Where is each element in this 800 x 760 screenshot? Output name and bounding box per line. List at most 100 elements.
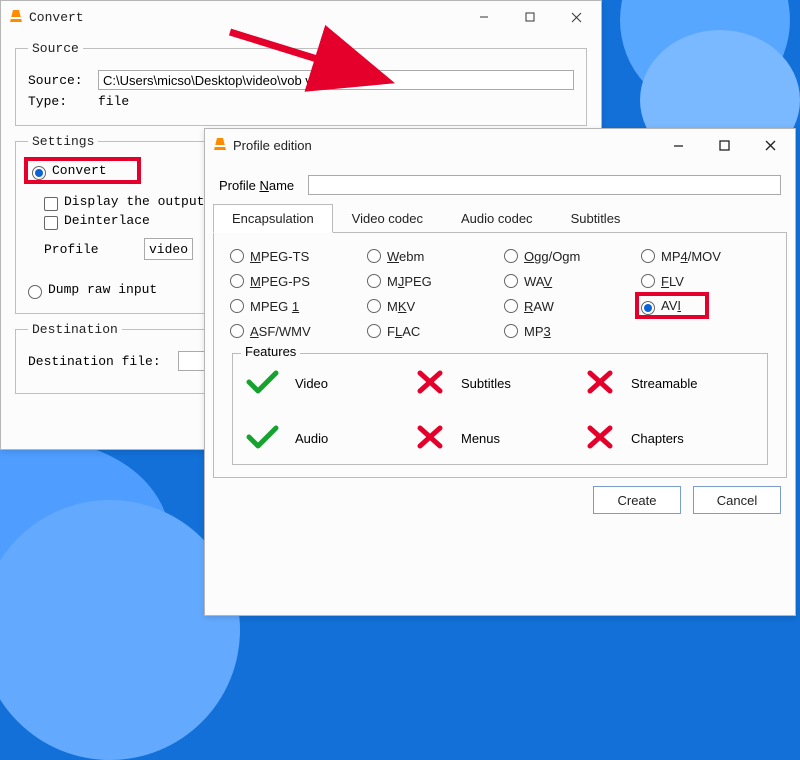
x-icon <box>415 368 445 399</box>
format-label: FLAC <box>387 324 420 339</box>
create-button[interactable]: Create <box>593 486 681 514</box>
check-icon <box>245 368 279 399</box>
format-option[interactable]: ASF/WMV <box>230 322 359 339</box>
profile-titlebar: Profile edition <box>205 129 795 161</box>
format-label: FLV <box>661 274 684 289</box>
convert-titlebar: Convert <box>1 1 601 33</box>
x-icon <box>585 423 615 454</box>
minimize-button[interactable] <box>655 130 701 161</box>
format-label: MJPEG <box>387 274 432 289</box>
vlc-icon <box>9 9 23 26</box>
radio-icon <box>367 249 381 263</box>
source-label: Source: <box>28 73 98 88</box>
minimize-button[interactable] <box>461 2 507 33</box>
deinterlace-label: Deinterlace <box>64 213 150 228</box>
settings-legend: Settings <box>28 134 98 149</box>
type-label: Type: <box>28 94 98 109</box>
format-option[interactable]: FLAC <box>367 322 496 339</box>
cancel-button[interactable]: Cancel <box>693 486 781 514</box>
format-label: MPEG-PS <box>250 274 310 289</box>
format-label: MPEG 1 <box>250 299 299 314</box>
profile-name-input[interactable] <box>308 175 781 195</box>
features-group: Features VideoSubtitlesStreamableAudioMe… <box>232 353 768 465</box>
tab-encapsulation[interactable]: Encapsulation <box>213 204 333 233</box>
dump-raw-radio[interactable] <box>28 285 42 299</box>
type-value: file <box>98 94 129 109</box>
feature-item: Audio <box>245 423 415 454</box>
feature-label: Chapters <box>631 431 684 446</box>
vlc-icon <box>213 137 227 154</box>
radio-icon <box>367 324 381 338</box>
display-output-label: Display the output <box>64 194 204 209</box>
maximize-button[interactable] <box>507 2 553 33</box>
feature-item: Video <box>245 368 415 399</box>
profile-select[interactable]: video <box>144 238 193 260</box>
close-button[interactable] <box>553 2 599 33</box>
format-option[interactable]: RAW <box>504 297 633 314</box>
radio-icon <box>230 299 244 313</box>
format-label: ASF/WMV <box>250 324 311 339</box>
tab-video-codec[interactable]: Video codec <box>333 204 442 233</box>
format-option[interactable]: MJPEG <box>367 272 496 289</box>
radio-icon <box>641 249 655 263</box>
tab-audio-codec[interactable]: Audio codec <box>442 204 552 233</box>
feature-label: Menus <box>461 431 500 446</box>
format-label: MPEG-TS <box>250 249 309 264</box>
radio-icon <box>641 274 655 288</box>
destination-label: Destination file: <box>28 354 178 369</box>
format-label: Ogg/Ogm <box>524 249 580 264</box>
x-icon <box>585 368 615 399</box>
format-label: WAV <box>524 274 552 289</box>
tabs: Encapsulation Video codec Audio codec Su… <box>213 203 787 233</box>
format-option[interactable]: Ogg/Ogm <box>504 247 633 264</box>
source-legend: Source <box>28 41 83 56</box>
feature-item: Chapters <box>585 423 755 454</box>
profile-label: Profile <box>44 242 144 257</box>
feature-label: Streamable <box>631 376 697 391</box>
feature-label: Subtitles <box>461 376 511 391</box>
x-icon <box>415 423 445 454</box>
format-option[interactable]: MKV <box>367 297 496 314</box>
format-option[interactable]: FLV <box>641 272 770 289</box>
format-option[interactable]: MPEG-TS <box>230 247 359 264</box>
format-option[interactable]: MP4/MOV <box>641 247 770 264</box>
profile-name-label: Profile Name <box>219 178 294 193</box>
format-label: MP4/MOV <box>661 249 721 264</box>
format-option[interactable]: Webm <box>367 247 496 264</box>
radio-icon <box>230 274 244 288</box>
convert-radio-label: Convert <box>52 163 107 178</box>
format-label: AVI <box>661 298 681 313</box>
radio-icon <box>504 274 518 288</box>
feature-label: Audio <box>295 431 328 446</box>
format-label: RAW <box>524 299 554 314</box>
radio-icon <box>641 301 655 315</box>
radio-icon <box>504 324 518 338</box>
radio-icon <box>367 274 381 288</box>
tab-subtitles[interactable]: Subtitles <box>552 204 640 233</box>
format-option[interactable]: WAV <box>504 272 633 289</box>
radio-icon <box>230 324 244 338</box>
source-input[interactable] <box>98 70 574 90</box>
radio-icon <box>504 249 518 263</box>
features-legend: Features <box>241 344 300 359</box>
deinterlace-checkbox[interactable] <box>44 216 58 230</box>
format-option[interactable]: MPEG-PS <box>230 272 359 289</box>
feature-item: Streamable <box>585 368 755 399</box>
source-group: Source Source: Type: file <box>15 41 587 126</box>
close-button[interactable] <box>747 130 793 161</box>
format-option[interactable]: AVI <box>641 297 770 314</box>
format-option[interactable]: MP3 <box>504 322 633 339</box>
radio-icon <box>230 249 244 263</box>
feature-label: Video <box>295 376 328 391</box>
convert-radio[interactable] <box>32 166 46 180</box>
format-label: Webm <box>387 249 424 264</box>
format-option[interactable]: MPEG 1 <box>230 297 359 314</box>
encapsulation-panel: MPEG-TS Webm Ogg/Ogm MP4/MOV MPEG-PS MJPEG WAV… <box>213 233 787 478</box>
radio-icon <box>504 299 518 313</box>
display-output-checkbox[interactable] <box>44 197 58 211</box>
maximize-button[interactable] <box>701 130 747 161</box>
feature-item: Menus <box>415 423 585 454</box>
format-label: MKV <box>387 299 415 314</box>
destination-legend: Destination <box>28 322 122 337</box>
profile-window-title: Profile edition <box>233 138 312 153</box>
